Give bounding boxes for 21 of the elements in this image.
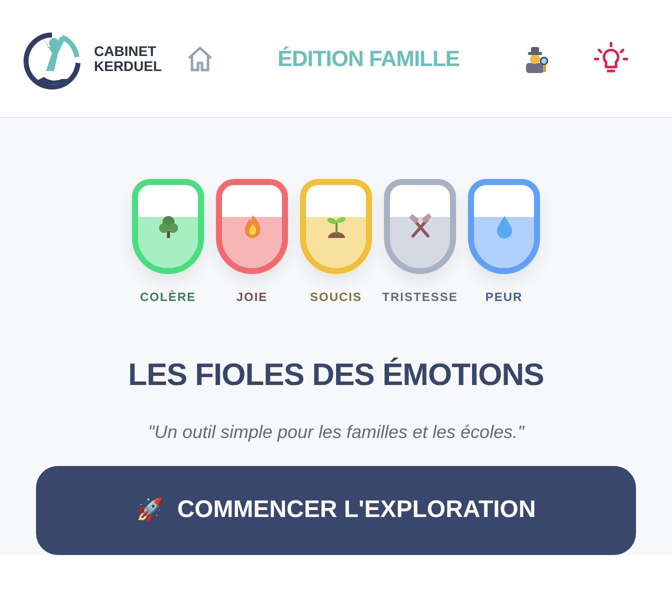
logo-icon <box>22 30 82 90</box>
edition-title: ÉDITION FAMILLE <box>278 45 460 73</box>
start-button[interactable]: 🚀 COMMENCER L'EXPLORATION <box>36 466 636 555</box>
emotion-vial[interactable] <box>132 179 204 274</box>
emotion-label: SOUCIS <box>310 289 362 306</box>
emotion-vial[interactable] <box>300 179 372 274</box>
brand-name: KERDUEL <box>94 58 162 74</box>
page-heading: LES FIOLES DES ÉMOTIONS <box>128 356 544 394</box>
emotion-label: PEUR <box>485 289 523 306</box>
lightbulb-icon[interactable] <box>594 42 628 76</box>
emotion-label: JOIE <box>236 289 268 306</box>
crossed-hammers-icon <box>408 213 432 240</box>
emotion-label: COLÈRE <box>140 289 196 306</box>
emotion-label: TRISTESSE <box>382 289 458 306</box>
home-icon[interactable] <box>186 44 214 72</box>
rocket-icon: 🚀 <box>136 494 164 527</box>
emotion-vial[interactable] <box>216 179 288 274</box>
subtitle: "Un outil simple pour les familles et les écoles." <box>148 420 524 444</box>
emotion-vial[interactable] <box>384 179 456 274</box>
emotion-vial[interactable] <box>468 179 540 274</box>
brand-name: CABINET <box>94 44 158 58</box>
